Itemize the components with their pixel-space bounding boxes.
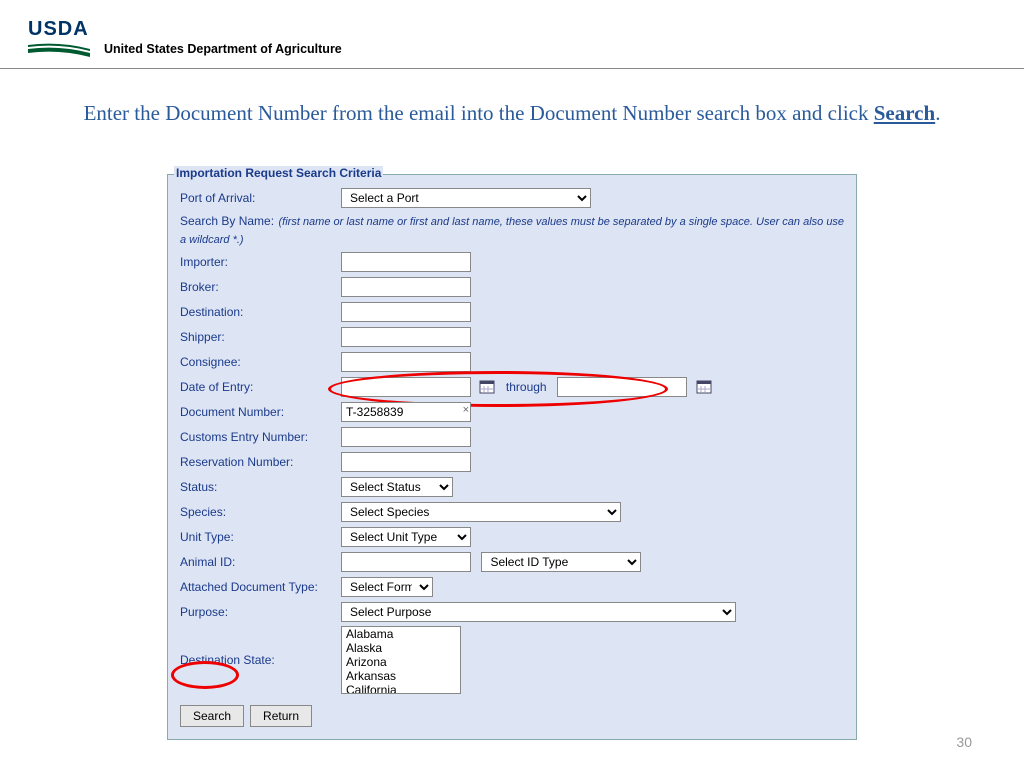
destination-state-listbox[interactable]: Alabama Alaska Arizona Arkansas Californ… <box>341 626 461 694</box>
label-search-by-name: Search By Name: <box>180 214 274 228</box>
document-number-input[interactable] <box>341 402 471 422</box>
label-customs-entry: Customs Entry Number: <box>176 430 341 444</box>
page-header: USDA United States Department of Agricul… <box>0 0 1024 69</box>
panel-legend: Importation Request Search Criteria <box>174 166 383 180</box>
destination-input[interactable] <box>341 302 471 322</box>
label-destination: Destination: <box>176 305 341 319</box>
list-item[interactable]: Arizona <box>342 655 460 669</box>
logo-text: USDA <box>28 18 90 41</box>
search-by-name-hint: (first name or last name or first and la… <box>180 216 844 246</box>
shipper-input[interactable] <box>341 327 471 347</box>
species-select[interactable]: Select Species <box>341 502 621 522</box>
label-consignee: Consignee: <box>176 355 341 369</box>
search-criteria-panel: Importation Request Search Criteria Port… <box>167 174 857 740</box>
logo-swoosh-icon <box>28 43 90 57</box>
label-date-of-entry: Date of Entry: <box>176 380 341 394</box>
port-select[interactable]: Select a Port <box>341 188 591 208</box>
label-broker: Broker: <box>176 280 341 294</box>
label-purpose: Purpose: <box>176 605 341 619</box>
label-dest-state: Destination State: <box>176 653 341 667</box>
animal-id-input[interactable] <box>341 552 471 572</box>
importer-input[interactable] <box>341 252 471 272</box>
label-importer: Importer: <box>176 255 341 269</box>
unit-type-select[interactable]: Select Unit Type <box>341 527 471 547</box>
consignee-input[interactable] <box>341 352 471 372</box>
return-button[interactable]: Return <box>250 705 312 727</box>
clear-icon[interactable]: × <box>463 404 469 416</box>
date-to-input[interactable] <box>557 377 687 397</box>
calendar-from-icon[interactable] <box>479 380 495 394</box>
label-unit-type: Unit Type: <box>176 530 341 544</box>
instruction-prefix: Enter the Document Number from the email… <box>84 101 874 125</box>
instruction-suffix: . <box>935 101 940 125</box>
page-number: 30 <box>956 734 972 750</box>
usda-logo: USDA <box>28 18 90 58</box>
id-type-select[interactable]: Select ID Type <box>481 552 641 572</box>
label-attached-doc: Attached Document Type: <box>176 580 341 594</box>
status-select[interactable]: Select Status <box>341 477 453 497</box>
attached-doc-select[interactable]: Select Form <box>341 577 433 597</box>
label-doc-number: Document Number: <box>176 405 341 419</box>
label-shipper: Shipper: <box>176 330 341 344</box>
label-reservation: Reservation Number: <box>176 455 341 469</box>
through-label: through <box>506 380 547 394</box>
label-species: Species: <box>176 505 341 519</box>
list-item[interactable]: California <box>342 683 460 694</box>
broker-input[interactable] <box>341 277 471 297</box>
instruction-text: Enter the Document Number from the email… <box>0 101 1024 126</box>
search-button[interactable]: Search <box>180 705 244 727</box>
list-item[interactable]: Arkansas <box>342 669 460 683</box>
label-animal-id: Animal ID: <box>176 555 341 569</box>
label-status: Status: <box>176 480 341 494</box>
date-from-input[interactable] <box>341 377 471 397</box>
calendar-to-icon[interactable] <box>696 380 712 394</box>
label-port: Port of Arrival: <box>176 191 341 205</box>
department-name: United States Department of Agriculture <box>104 42 342 58</box>
instruction-search-word: Search <box>874 101 935 125</box>
list-item[interactable]: Alaska <box>342 641 460 655</box>
list-item[interactable]: Alabama <box>342 627 460 641</box>
purpose-select[interactable]: Select Purpose <box>341 602 736 622</box>
reservation-input[interactable] <box>341 452 471 472</box>
customs-entry-input[interactable] <box>341 427 471 447</box>
